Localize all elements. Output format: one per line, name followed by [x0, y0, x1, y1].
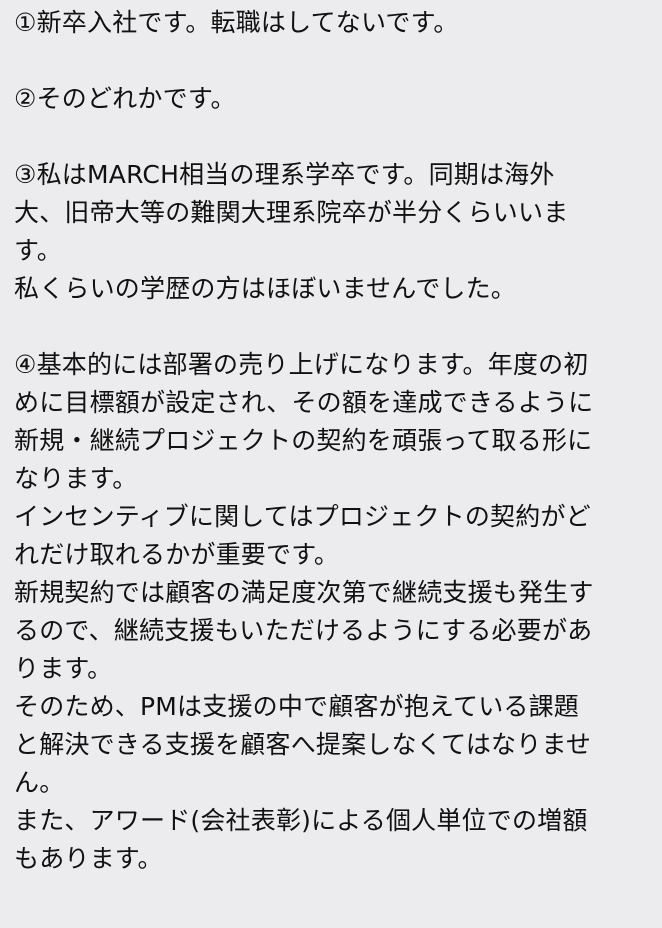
text-line: ④基本的には部署の売り上げになります。年度の初 [14, 350, 589, 379]
answer-4: ④基本的には部署の売り上げになります。年度の初 めに目標額が設定され、その額を達… [14, 346, 654, 878]
text-line: ③私はMARCH相当の理系学卒です。同期は海外 [14, 160, 555, 189]
text-line: ①新卒入社です。転職はしてないです。 [14, 8, 459, 37]
text-line: また、アワード(会社表彰)による個人単位での増額 [14, 806, 588, 835]
text-line: そのため、PMは支援の中で顧客が抱えている課題 [14, 692, 579, 721]
text-line: 新規契約では顧客の満足度次第で継続支援も発生す [14, 578, 594, 607]
text-line: 私くらいの学歴の方はほぼいませんでした。 [14, 274, 517, 303]
text-line: ります。 [14, 654, 113, 683]
text-line: インセンティブに関してはプロジェクトの契約がど [14, 502, 591, 531]
text-line: と解決できる支援を顧客へ提案しなくてはなりませ [14, 730, 592, 759]
answer-3: ③私はMARCH相当の理系学卒です。同期は海外 大、旧帝大等の難関大理系院卒が半… [14, 156, 654, 308]
text-line: ん。 [14, 768, 65, 797]
text-line: 新規・継続プロジェクトの契約を頑張って取る形に [14, 426, 593, 455]
answer-1: ①新卒入社です。転職はしてないです。 [14, 4, 654, 42]
message-body: ①新卒入社です。転職はしてないです。 ②そのどれかです。 ③私はMARCH相当の… [0, 0, 662, 928]
text-line: れだけ取れるかが重要です。 [14, 540, 340, 569]
text-line: るので、継続支援もいただけるようにする必要があ [14, 616, 593, 645]
text-line: もあります。 [14, 844, 163, 873]
text-line: なります。 [14, 464, 138, 493]
text-line: 大、旧帝大等の難関大理系院卒が半分くらいいま [14, 198, 569, 227]
answer-2: ②そのどれかです。 [14, 80, 654, 118]
text-line: す。 [14, 236, 62, 265]
text-line: ②そのどれかです。 [14, 84, 236, 113]
text-line: めに目標額が設定され、その額を達成できるように [14, 388, 594, 417]
